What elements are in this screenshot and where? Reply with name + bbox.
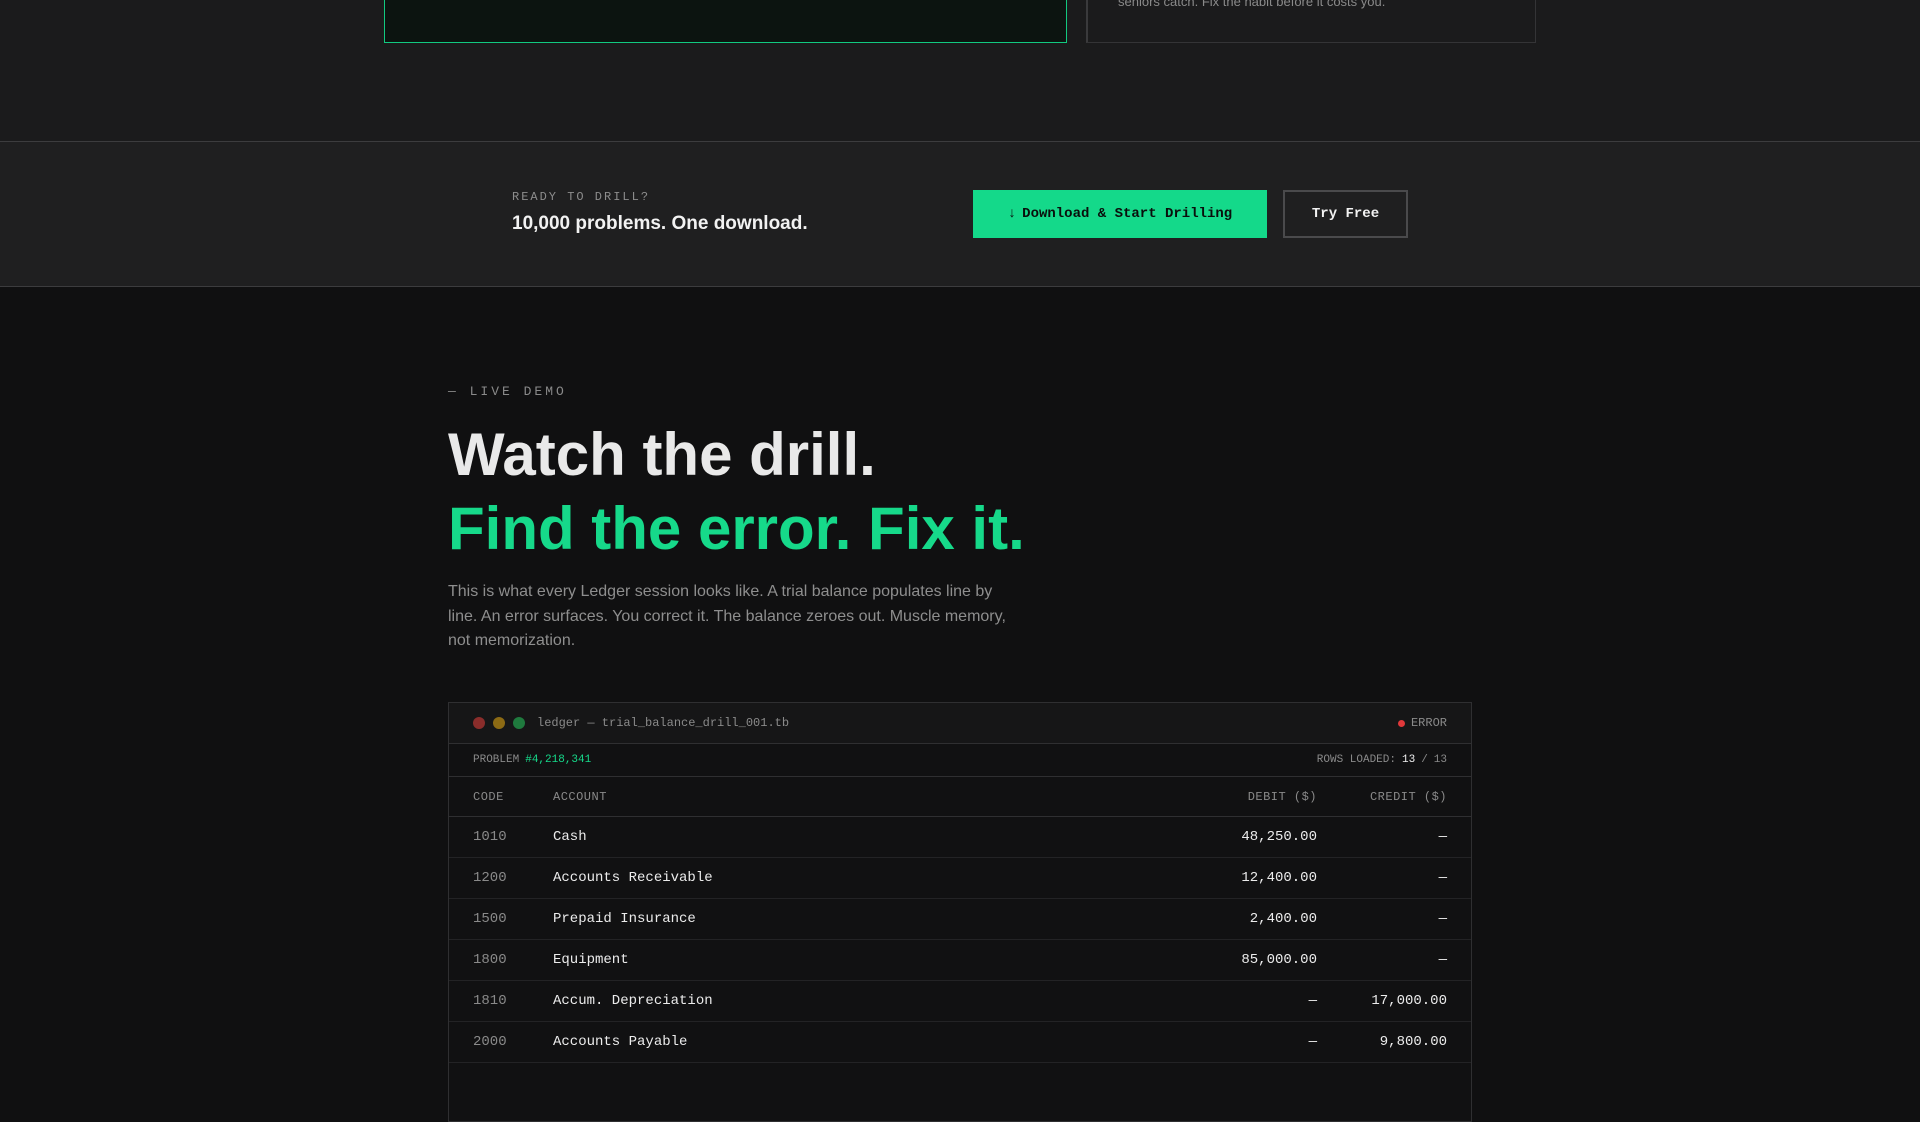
row-code: 1200 [473,870,507,886]
row-credit: — [1438,952,1447,968]
ledger-title-bar: ledger — trial_balance_drill_001.tb ERRO… [449,703,1471,744]
row-code: 2000 [473,1034,507,1050]
window-close-dot [473,717,485,729]
rows-separator: / [1421,754,1428,766]
column-header-credit: CREDIT ($) [1369,789,1447,804]
status-label: ERROR [1410,716,1447,730]
row-code: 1500 [473,911,507,927]
window-maximize-dot [513,717,525,729]
row-debit: 12,400.00 [1241,870,1317,886]
download-icon: ↓ [1007,206,1017,222]
download-start-drilling-button[interactable]: ↓ Download & Start Drilling [973,190,1267,238]
table-row: 1200 Accounts Receivable 12,400.00 — [449,858,1471,899]
row-code: 1800 [473,952,507,968]
problem-number: #4,218,341 [525,754,592,766]
row-code: 1810 [473,993,507,1009]
ledger-table-header: CODE ACCOUNT DEBIT ($) CREDIT ($) [449,777,1471,817]
try-free-button[interactable]: Try Free [1283,190,1408,238]
row-credit: 17,000.00 [1371,993,1447,1009]
ledger-panel: ledger — trial_balance_drill_001.tb ERRO… [448,702,1472,1122]
row-debit: 85,000.00 [1241,952,1317,968]
table-row: 2000 Accounts Payable — 9,800.00 [449,1022,1471,1063]
column-header-debit: DEBIT ($) [1247,789,1317,804]
demo-eyebrow: — LIVE DEMO [448,384,567,399]
cta-band: READY TO DRILL? 10,000 problems. One dow… [0,141,1920,287]
row-account: Accum. Depreciation [553,993,713,1009]
download-button-label: Download & Start Drilling [1022,206,1233,222]
row-debit: 2,400.00 [1249,911,1317,927]
cta-title: 10,000 problems. One download. [512,213,808,234]
demo-title: Watch the drill. Find the error. Fix it. [448,418,1025,566]
row-account: Cash [553,829,587,845]
rows-loaded-count: 13 [1401,754,1416,766]
row-code: 1010 [473,829,507,845]
row-credit: 9,800.00 [1379,1034,1447,1050]
features-section: seniors catch. Fix the habit before it c… [0,0,1920,141]
demo-description: This is what every Ledger session looks … [448,583,1006,649]
row-credit: — [1438,870,1447,886]
status-badge: ERROR [1397,716,1447,730]
error-dot-icon [1397,719,1405,727]
row-account: Equipment [553,952,629,968]
demo-title-line1: Watch the drill. [448,421,876,488]
ledger-filename: ledger — trial_balance_drill_001.tb [537,716,790,730]
ledger-meta-bar: PROBLEM #4,218,341 ROWS LOADED: 13 / 13 [449,744,1471,777]
problem-label: PROBLEM [473,754,520,766]
row-credit: — [1438,911,1447,927]
column-header-code: CODE [473,789,504,804]
column-header-account: ACCOUNT [553,789,607,804]
table-row: 1500 Prepaid Insurance 2,400.00 — [449,899,1471,940]
row-account: Accounts Receivable [553,870,713,886]
row-account: Accounts Payable [553,1034,688,1050]
row-debit: — [1308,993,1317,1009]
row-debit: 48,250.00 [1241,829,1317,845]
table-row: 1010 Cash 48,250.00 — [449,817,1471,858]
terminal-card [384,0,1067,43]
cta-eyebrow: READY TO DRILL? [512,190,651,204]
tip-card-text: seniors catch. Fix the habit before it c… [1118,0,1386,9]
row-credit: — [1438,829,1447,845]
demo-title-line2: Find the error. Fix it. [448,495,1025,562]
row-debit: — [1308,1034,1317,1050]
table-row: 1800 Equipment 85,000.00 — [449,940,1471,981]
rows-loaded-label: ROWS LOADED: [1316,754,1396,766]
tip-card: seniors catch. Fix the habit before it c… [1086,0,1536,43]
row-account: Prepaid Insurance [553,911,696,927]
window-minimize-dot [493,717,505,729]
table-row: 1810 Accum. Depreciation — 17,000.00 [449,981,1471,1022]
rows-total-count: 13 [1433,754,1447,766]
